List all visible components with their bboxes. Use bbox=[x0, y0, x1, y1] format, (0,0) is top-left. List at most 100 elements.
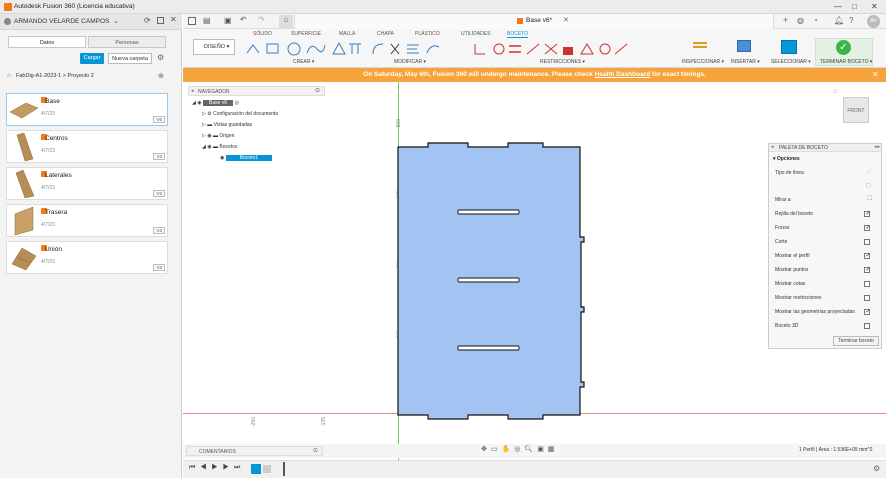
snap-checkbox[interactable] bbox=[864, 224, 871, 231]
group-select[interactable]: SELECCIONAR ▾ bbox=[771, 59, 811, 65]
close-tab-icon[interactable]: ✕ bbox=[563, 16, 569, 24]
tree-root[interactable]: ◢ ◉ Base v6 ◎ bbox=[192, 98, 239, 108]
tab-datos[interactable]: Datos bbox=[8, 36, 86, 48]
list-item-laterales[interactable]: Laterales 4/7/23 V2 bbox=[6, 167, 168, 200]
maximize-button[interactable]: □ bbox=[852, 2, 857, 11]
home-icon[interactable]: ⌂ bbox=[7, 73, 11, 79]
finish-sketch-button[interactable]: Terminar boceto bbox=[833, 336, 879, 346]
close-panel-icon[interactable]: ✕ bbox=[170, 15, 177, 24]
timeline-settings-icon[interactable]: ⚙ bbox=[873, 464, 880, 473]
comments-panel[interactable]: COMENTARIOS ⊙ bbox=[186, 446, 323, 456]
comments-pin-icon[interactable]: ⊙ bbox=[313, 447, 318, 454]
new-folder-button[interactable]: Nueva carpeta bbox=[108, 53, 152, 64]
slice-checkbox[interactable] bbox=[864, 239, 870, 245]
tree-node-views[interactable]: ▷ ▬ Vistas guardadas bbox=[202, 120, 252, 130]
navigator-pin-icon[interactable]: ⊙ bbox=[315, 87, 320, 94]
tab-plastico[interactable]: PLÁSTICO bbox=[415, 31, 440, 37]
chevron-down-icon[interactable]: ⌄ bbox=[113, 17, 119, 25]
tree-node-sketch1[interactable]: ◉ Boceto1 bbox=[220, 153, 273, 163]
show-projected-geometry-checkbox[interactable] bbox=[864, 308, 871, 315]
group-create[interactable]: CREAR ▾ bbox=[293, 59, 314, 65]
timeline-playback-controls[interactable]: ⏮◀▶▶⏭ bbox=[189, 464, 245, 472]
navigation-tools[interactable]: ✥▭✋◎🔍︎▣▦ bbox=[481, 445, 558, 453]
show-constraints-checkbox[interactable] bbox=[864, 295, 870, 301]
save-icon[interactable]: ▣ bbox=[224, 16, 232, 25]
grid-view-icon[interactable] bbox=[157, 17, 164, 24]
tab-boceto[interactable]: BOCETO bbox=[507, 31, 529, 38]
group-insert[interactable]: INSERTAR ▾ bbox=[731, 59, 760, 65]
avatar[interactable]: AV bbox=[867, 15, 880, 28]
group-modify[interactable]: MODIFICAR ▾ bbox=[394, 59, 426, 65]
check-icon[interactable]: ✓ bbox=[836, 40, 851, 55]
show-profile-checkbox[interactable] bbox=[864, 252, 871, 259]
notifications-icon[interactable]: 🔔︎ bbox=[834, 16, 844, 25]
3d-sketch-checkbox[interactable] bbox=[864, 323, 870, 329]
upload-button[interactable]: Cargar bbox=[80, 53, 104, 64]
collapse-icon[interactable]: ◂ bbox=[191, 88, 194, 94]
refresh-icon[interactable]: ⟳ bbox=[144, 16, 151, 25]
tab-chapa[interactable]: CHAPA bbox=[377, 31, 394, 37]
version-badge[interactable]: V6 bbox=[153, 116, 165, 123]
tree-node-sketches[interactable]: ◢ ◉ ▬ Bocetos bbox=[202, 142, 237, 152]
timeline-marker[interactable] bbox=[283, 462, 285, 476]
look-at-icon[interactable]: ⛶ bbox=[868, 196, 872, 203]
list-item-union[interactable]: Unión 4/7/23 V3 bbox=[6, 241, 168, 274]
constraint-tools[interactable] bbox=[473, 41, 643, 57]
breadcrumb-project[interactable]: FabDig-A1-2023-1 bbox=[16, 73, 61, 79]
insert-image-icon[interactable] bbox=[737, 40, 751, 52]
version-badge[interactable]: V3 bbox=[153, 153, 165, 160]
tab-personas[interactable]: Personas bbox=[88, 36, 166, 48]
tab-utilidades[interactable]: UTILIDADES bbox=[461, 31, 490, 37]
extensions-icon[interactable]: ◍ bbox=[797, 16, 804, 25]
modify-tools[interactable] bbox=[371, 41, 451, 57]
list-item-base[interactable]: Base 4/7/23 V6 bbox=[6, 93, 168, 126]
line-type-icon[interactable]: ⟋ bbox=[867, 170, 871, 177]
collapse-icon[interactable]: ◂ bbox=[771, 144, 774, 150]
close-button[interactable]: ✕ bbox=[871, 2, 878, 11]
close-banner-icon[interactable]: ✕ bbox=[872, 70, 879, 79]
measure-icon[interactable] bbox=[693, 42, 707, 48]
create-tools[interactable] bbox=[245, 41, 365, 57]
options-section[interactable]: ▾ Opciones bbox=[773, 156, 800, 162]
job-status-icon[interactable]: ◔ bbox=[813, 16, 818, 25]
select-cursor-icon[interactable] bbox=[781, 40, 797, 54]
version-badge[interactable]: V3 bbox=[153, 264, 165, 271]
tree-node-origin[interactable]: ▷ ◉ ▬ Origen bbox=[202, 131, 234, 141]
sketch-grid-checkbox[interactable] bbox=[864, 210, 871, 217]
user-name[interactable]: ARMANDO VELARDE CAMPOS bbox=[14, 18, 109, 25]
undo-icon[interactable]: ↶ bbox=[240, 15, 247, 24]
health-dashboard-link[interactable]: Health Dashboard bbox=[595, 71, 651, 78]
redo-icon[interactable]: ↷ bbox=[258, 15, 265, 24]
list-item-trasera[interactable]: Trasera 4/7/23 V3 bbox=[6, 204, 168, 237]
workspace-selector[interactable]: DISEÑO ▾ bbox=[193, 39, 235, 55]
timeline-sketch-feature[interactable] bbox=[251, 464, 261, 474]
tab-superficie[interactable]: SUPERFICIE bbox=[291, 31, 321, 37]
tab-solido[interactable]: SÓLIDO bbox=[253, 31, 272, 37]
group-constraints[interactable]: RESTRICCIONES ▾ bbox=[540, 59, 585, 65]
construction-icon[interactable]: ◻ bbox=[866, 182, 871, 189]
expand-icon[interactable]: ▸▸ bbox=[875, 144, 880, 150]
version-badge[interactable]: V3 bbox=[153, 227, 165, 234]
new-item-icon[interactable]: ⊕ bbox=[158, 72, 164, 80]
document-tab[interactable]: Base v6* ✕ bbox=[294, 14, 774, 29]
minimize-button[interactable]: — bbox=[834, 2, 842, 11]
settings-gear-icon[interactable]: ⚙ bbox=[157, 53, 164, 62]
sketch-profile[interactable] bbox=[393, 137, 593, 427]
show-dimensions-checkbox[interactable] bbox=[864, 281, 870, 287]
version-badge[interactable]: V2 bbox=[153, 190, 165, 197]
tree-node-config[interactable]: ▷ ⚙ Configuración del documento bbox=[202, 109, 278, 119]
show-points-checkbox[interactable] bbox=[864, 266, 871, 273]
data-panel-grid-icon[interactable] bbox=[188, 17, 196, 25]
file-menu-icon[interactable]: ▤ bbox=[203, 16, 211, 25]
home-tab-icon[interactable]: ⌂ bbox=[279, 15, 293, 28]
breadcrumb-folder[interactable]: Proyecto 2 bbox=[68, 73, 94, 79]
timeline-feature[interactable] bbox=[263, 465, 271, 473]
group-inspect[interactable]: INSPECCIONAR ▾ bbox=[682, 59, 724, 65]
viewcube[interactable]: FRONT bbox=[843, 97, 869, 123]
new-tab-icon[interactable]: + bbox=[783, 15, 788, 25]
group-finish-sketch[interactable]: TERMINAR BOCETO ▾ bbox=[820, 59, 872, 65]
tab-malla[interactable]: MALLA bbox=[339, 31, 355, 37]
home-view-icon[interactable]: ⌂ bbox=[833, 88, 837, 95]
help-icon[interactable]: ? bbox=[849, 16, 853, 25]
list-item-centros[interactable]: Centros 4/7/23 V3 bbox=[6, 130, 168, 163]
